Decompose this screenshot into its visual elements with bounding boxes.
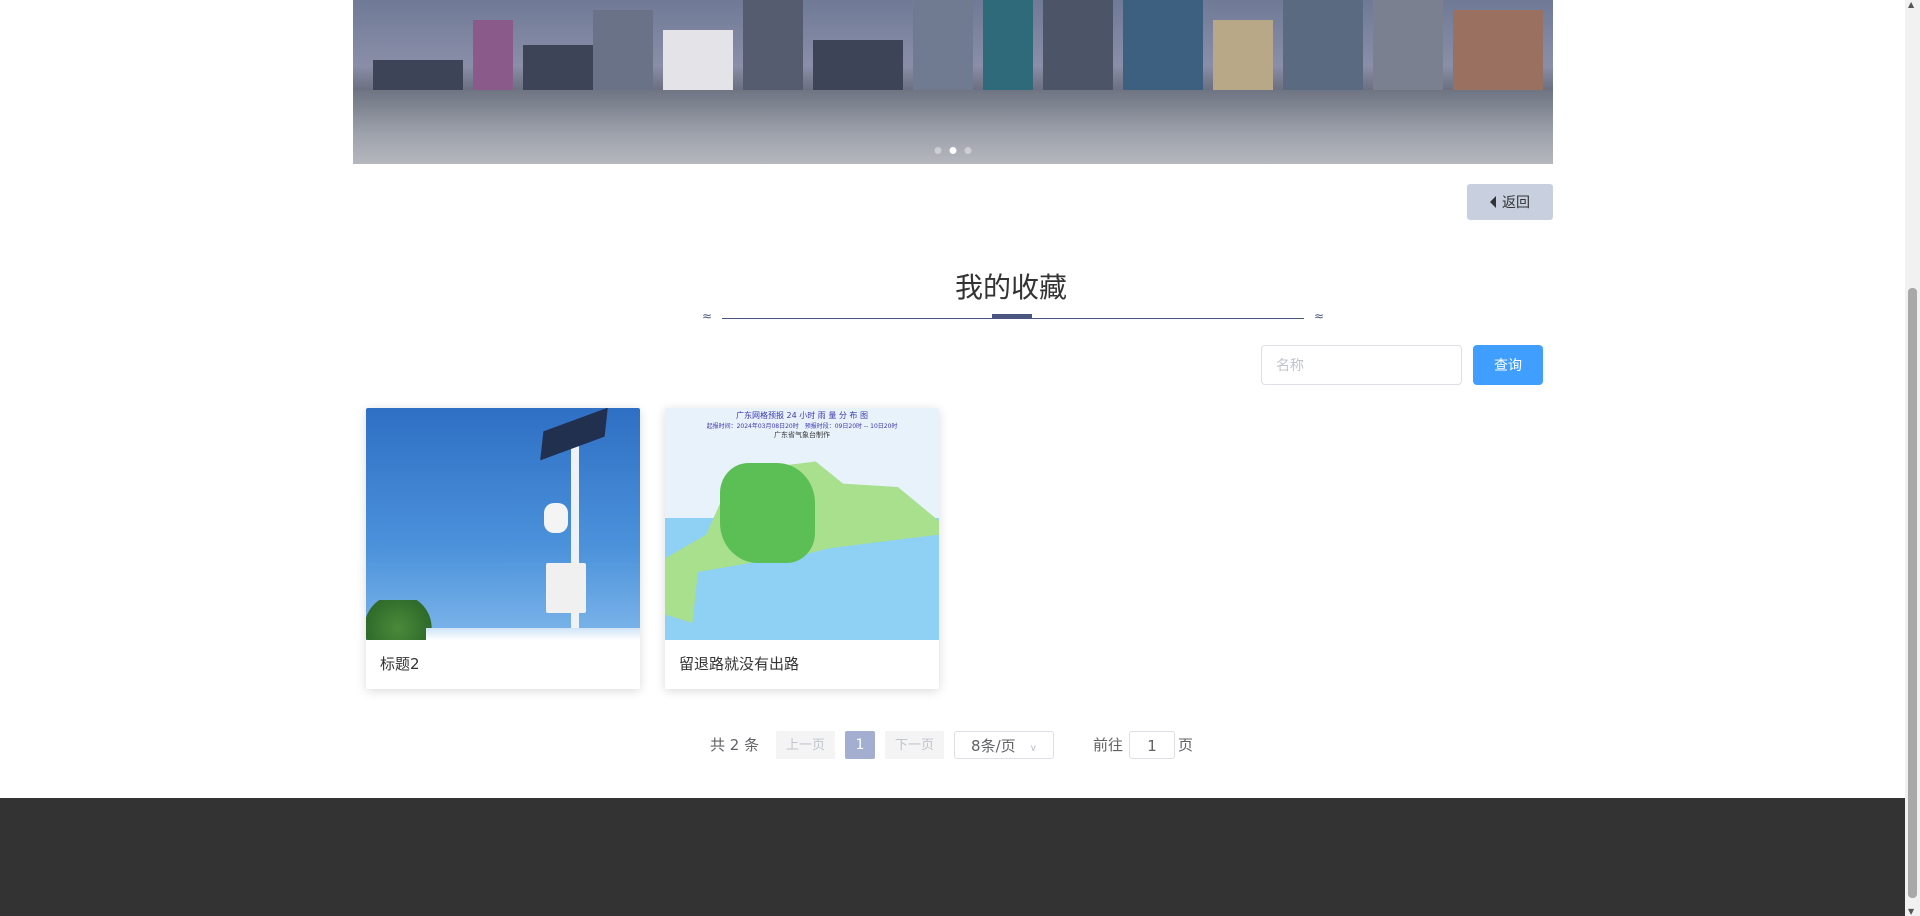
back-label: 返回 — [1502, 194, 1530, 210]
back-button[interactable]: 返回 — [1467, 184, 1553, 220]
page-size-value: 8条/页 — [971, 737, 1016, 755]
card-title: 留退路就没有出路 — [679, 655, 800, 673]
flourish-right-icon: ≈ — [1313, 309, 1324, 323]
footer — [0, 798, 1905, 916]
card-image — [366, 408, 640, 640]
goto-label: 前往 — [1093, 736, 1124, 754]
total-count: 共 2 条 — [710, 736, 760, 754]
page-1-button[interactable]: 1 — [845, 731, 875, 759]
prev-page-button[interactable]: 上一页 — [776, 731, 835, 759]
scroll-up-icon[interactable]: ▲ — [1908, 0, 1914, 9]
flourish-left-icon: ≈ — [702, 309, 713, 323]
carousel-dot[interactable] — [964, 147, 972, 154]
page-size-select[interactable]: 8条/页 ∨ — [954, 731, 1054, 759]
scrollbar[interactable]: ▲ ▼ — [1905, 0, 1920, 916]
query-button[interactable]: 查询 — [1473, 345, 1543, 385]
scrollbar-thumb[interactable] — [1908, 288, 1917, 898]
pagination: 共 2 条 上一页 1 下一页 8条/页 ∨ 前往 1 页 — [0, 731, 1920, 759]
scroll-down-icon[interactable]: ▼ — [1908, 907, 1914, 916]
caret-left-icon — [1490, 196, 1496, 208]
chevron-down-icon: ∨ — [1029, 743, 1037, 754]
goto-page-input[interactable]: 1 — [1129, 731, 1175, 759]
page-suffix: 页 — [1178, 736, 1194, 754]
favorite-card[interactable]: 标题2 — [366, 408, 640, 689]
banner-carousel[interactable] — [353, 0, 1553, 164]
card-image: 广东网格预报 24 小时 雨 量 分 布 图 起报时间：2024年03月08日2… — [665, 408, 939, 640]
title-divider: ≈ ≈ — [702, 309, 1324, 323]
next-page-button[interactable]: 下一页 — [885, 731, 944, 759]
favorite-card[interactable]: 广东网格预报 24 小时 雨 量 分 布 图 起报时间：2024年03月08日2… — [665, 408, 939, 689]
carousel-dot-active[interactable] — [949, 147, 957, 154]
page-title: 我的收藏 — [954, 271, 1067, 304]
carousel-dot[interactable] — [934, 147, 942, 154]
card-title: 标题2 — [380, 655, 420, 673]
carousel-indicators — [934, 147, 972, 154]
name-search-input[interactable] — [1261, 345, 1462, 385]
